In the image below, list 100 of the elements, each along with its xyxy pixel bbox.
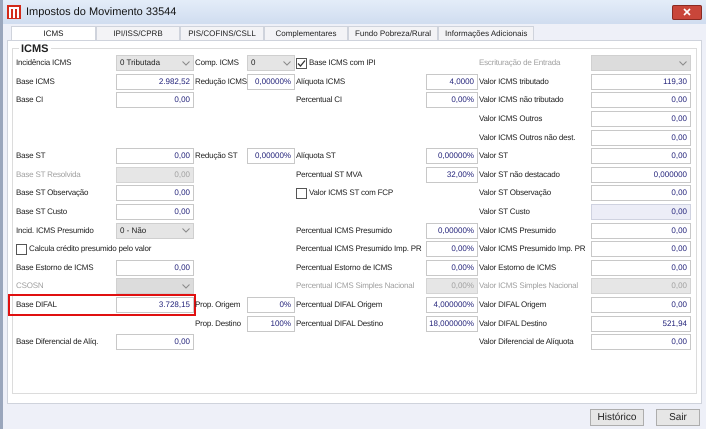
field-label: Valor ICMS Presumido Imp. PR: [479, 243, 586, 256]
field-label: Base ST: [16, 150, 46, 162]
input-field[interactable]: 4,0000: [426, 74, 478, 90]
tab[interactable]: ICMS: [11, 26, 96, 40]
input-field[interactable]: 521,94: [591, 316, 691, 332]
field-label: CSOSN: [16, 280, 44, 292]
field-label: Valor ICMS não tributado: [479, 94, 564, 106]
field-label: Valor ICMS tributado: [479, 76, 550, 88]
input-field[interactable]: 0,00: [116, 334, 194, 350]
input-field[interactable]: 0%: [247, 297, 295, 314]
input-field[interactable]: 0,00: [116, 260, 194, 276]
field-label: Redução ICMS: [195, 76, 247, 88]
field-label: Alíquota ST: [296, 150, 337, 162]
field-label: Base ST Resolvida: [16, 168, 82, 181]
input-field[interactable]: 0,00: [116, 204, 194, 220]
field-label: Comp. ICMS: [195, 57, 240, 70]
input-field[interactable]: 18,000000%: [426, 316, 478, 332]
field-label: Percentual DIFAL Origem: [296, 299, 384, 312]
input-field[interactable]: 0,00%: [426, 92, 478, 108]
app-logo-icon: [7, 5, 21, 19]
field-label: Valor ST não destacado: [479, 168, 561, 181]
field-label: Percentual ST MVA: [296, 168, 364, 181]
field-label: Percentual ICMS Presumido Imp. PR: [296, 243, 422, 256]
input-field[interactable]: 0,00: [591, 222, 691, 239]
field-label: Base Diferencial de Alíq.: [16, 336, 100, 348]
dropdown[interactable]: 0 Tributada: [116, 55, 194, 72]
input-field[interactable]: 0,00%: [426, 241, 478, 258]
checkbox[interactable]: [296, 58, 307, 69]
input-field[interactable]: 0,00: [591, 148, 691, 164]
tab[interactable]: Informações Adicionais: [438, 26, 534, 40]
field-label: Valor ICMS Outros: [479, 113, 544, 126]
field-label: Valor DIFAL Destino: [479, 318, 548, 330]
chevron-down-icon: [182, 284, 190, 289]
close-button[interactable]: [672, 4, 702, 20]
tab[interactable]: Fundo Pobreza/Rural: [348, 26, 438, 40]
input-field[interactable]: 0,00: [116, 148, 194, 164]
dialog-button[interactable]: Histórico: [590, 409, 644, 426]
input-field[interactable]: 4,000000%: [426, 297, 478, 314]
input-field[interactable]: 3.728,15: [116, 297, 194, 314]
field-label: Base ICMS: [16, 76, 56, 88]
field-label: Valor ICMS Presumido: [479, 224, 557, 237]
field-label: Base Estorno de ICMS: [16, 262, 94, 274]
tab[interactable]: PIS/COFINS/CSLL: [180, 26, 264, 40]
checkbox-label: Valor ICMS ST com FCP: [309, 187, 393, 200]
input-field[interactable]: 0,00: [591, 130, 691, 146]
input-field[interactable]: 0,00000%: [247, 148, 295, 164]
tab[interactable]: IPI/ISS/CPRB: [96, 26, 180, 40]
check-icon: [297, 58, 306, 68]
checkbox[interactable]: [296, 188, 307, 199]
input-field[interactable]: 32,00%: [426, 166, 478, 183]
input-field[interactable]: 0,00: [116, 92, 194, 108]
input-field[interactable]: 0,000000: [591, 166, 691, 183]
chevron-down-icon: [283, 60, 291, 66]
tab[interactable]: Complementares: [264, 26, 348, 40]
checkbox[interactable]: [16, 244, 27, 255]
field-label: Valor ST Custo: [479, 206, 531, 218]
input-field[interactable]: 2.982,52: [116, 74, 194, 90]
input-field[interactable]: 100%: [247, 316, 295, 332]
field-label: Valor Estorno de ICMS: [479, 262, 558, 274]
field-label: Escrituração de Entrada: [479, 57, 562, 70]
field-label: Valor ICMS Simples Nacional: [479, 280, 579, 292]
close-icon: [683, 8, 691, 16]
field-label: Percentual Estorno de ICMS: [296, 262, 394, 274]
field-label: Percentual DIFAL Destino: [296, 318, 384, 330]
field-label: Base DIFAL: [16, 299, 58, 312]
field-label: Valor Diferencial de Alíquota: [479, 336, 575, 348]
input-field[interactable]: 0,00: [116, 185, 194, 202]
field-label: Percentual CI: [296, 94, 343, 106]
input-field[interactable]: 0,00: [591, 260, 691, 276]
field-label: Prop. Destino: [195, 318, 242, 330]
field-label: Incidência ICMS: [16, 57, 72, 70]
field-label: Percentual ICMS Presumido: [296, 224, 393, 237]
input-field[interactable]: 0,00000%: [247, 74, 295, 90]
input-field[interactable]: 0,00: [591, 297, 691, 314]
field-label: Base ST Custo: [16, 206, 68, 218]
field-label: Base CI: [16, 94, 44, 106]
input-field[interactable]: 0,00: [591, 241, 691, 258]
input-field[interactable]: 0,00: [591, 185, 691, 202]
chevron-down-icon: [182, 228, 190, 234]
input-field[interactable]: 0,00: [591, 111, 691, 128]
input-field[interactable]: 0,00: [591, 334, 691, 350]
dialog-button[interactable]: Sair: [656, 409, 700, 426]
dropdown[interactable]: 0 - Não: [116, 222, 194, 239]
input-field[interactable]: 0,00000%: [426, 148, 478, 164]
checkbox-label: Calcula crédito presumido pelo valor: [29, 243, 152, 256]
field-label: Valor DIFAL Origem: [479, 299, 548, 312]
input-field[interactable]: 0,00: [591, 204, 691, 220]
window-title: Impostos do Movimento 33544: [26, 4, 176, 20]
field-label: Valor ST: [479, 150, 509, 162]
chevron-down-icon: [679, 60, 687, 66]
input-field[interactable]: 119,30: [591, 74, 691, 90]
field-label: Percentual ICMS Simples Nacional: [296, 280, 416, 292]
field-label: Alíquota ICMS: [296, 76, 346, 88]
chevron-down-icon: [182, 60, 190, 66]
input-field[interactable]: 0,00%: [426, 260, 478, 276]
field-label: Incid. ICMS Presumido: [16, 224, 95, 237]
field-label: Base ST Observação: [16, 187, 90, 200]
dropdown[interactable]: 0: [247, 55, 295, 72]
input-field[interactable]: 0,00000%: [426, 222, 478, 239]
input-field[interactable]: 0,00: [591, 92, 691, 108]
